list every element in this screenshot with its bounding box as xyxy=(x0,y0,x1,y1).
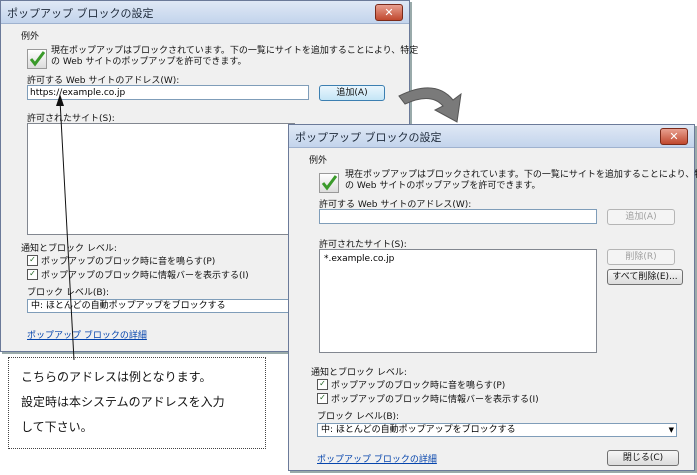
info-text-line2: の Web サイトのポップアップを許可できます。 xyxy=(345,181,541,191)
info-text-line2: の Web サイトのポップアップを許可できます。 xyxy=(51,57,247,67)
remove-button[interactable]: 削除(R) xyxy=(607,249,675,265)
note-line1: こちらのアドレスは例となります。 xyxy=(21,370,212,384)
notify-label: 通知とブロック レベル: xyxy=(311,368,407,378)
title-bar: ポップアップ ブロックの設定 ✕ xyxy=(289,125,694,148)
infobar-checkbox-label: ポップアップのブロック時に情報バーを表示する(I) xyxy=(41,271,249,281)
close-button[interactable]: 閉じる(C) xyxy=(607,450,679,466)
sound-checkbox[interactable]: ✓ xyxy=(27,255,38,266)
dialog-title: ポップアップ ブロックの設定 xyxy=(7,7,154,20)
note-line2: 設定時は本システムのアドレスを入力 xyxy=(21,395,225,409)
block-level-label: ブロック レベル(B): xyxy=(317,412,400,422)
close-icon[interactable]: ✕ xyxy=(660,128,688,145)
block-level-select[interactable]: 中: ほとんどの自動ポップアップをブロックする ▼ xyxy=(317,423,677,437)
block-level-select[interactable]: 中: ほとんどの自動ポップアップをブロックする xyxy=(27,299,295,313)
add-button[interactable]: 追加(A) xyxy=(319,85,385,101)
infobar-checkbox[interactable]: ✓ xyxy=(317,393,328,404)
popup-blocker-dialog-after: ポップアップ ブロックの設定 ✕ 例外 現在ポップアップはブロックされています。… xyxy=(288,124,697,471)
popup-allow-icon xyxy=(27,49,47,69)
dialog-title: ポップアップ ブロックの設定 xyxy=(295,131,442,144)
allowed-sites-list[interactable] xyxy=(27,123,295,235)
exceptions-label: 例外 xyxy=(309,156,328,166)
close-icon[interactable]: ✕ xyxy=(375,4,403,21)
title-bar: ポップアップ ブロックの設定 ✕ xyxy=(1,1,409,24)
sound-checkbox-label: ポップアップのブロック時に音を鳴らす(P) xyxy=(41,257,216,267)
annotation-note: こちらのアドレスは例となります。 設定時は本システムのアドレスを入力 して下さい… xyxy=(8,357,266,449)
infobar-checkbox-label: ポップアップのブロック時に情報バーを表示する(I) xyxy=(331,395,539,405)
details-link[interactable]: ポップアップ ブロックの詳細 xyxy=(27,328,147,341)
address-input[interactable]: https://example.co.jp xyxy=(27,85,309,100)
address-input[interactable] xyxy=(319,209,597,224)
details-link[interactable]: ポップアップ ブロックの詳細 xyxy=(317,452,437,465)
exceptions-label: 例外 xyxy=(21,32,40,42)
remove-all-button[interactable]: すべて削除(E)... xyxy=(607,269,683,285)
sound-checkbox-label: ポップアップのブロック時に音を鳴らす(P) xyxy=(331,381,506,391)
block-level-value: 中: ほとんどの自動ポップアップをブロックする xyxy=(31,301,226,311)
block-level-value: 中: ほとんどの自動ポップアップをブロックする xyxy=(321,425,516,435)
allowed-sites-list[interactable]: *.example.co.jp xyxy=(319,249,597,353)
sound-checkbox[interactable]: ✓ xyxy=(317,379,328,390)
note-line3: して下さい。 xyxy=(21,420,93,434)
notify-label: 通知とブロック レベル: xyxy=(21,244,117,254)
list-item[interactable]: *.example.co.jp xyxy=(324,254,394,264)
infobar-checkbox[interactable]: ✓ xyxy=(27,269,38,280)
popup-allow-icon xyxy=(319,173,339,193)
chevron-down-icon: ▼ xyxy=(668,426,674,434)
block-level-label: ブロック レベル(B): xyxy=(27,288,110,298)
add-button[interactable]: 追加(A) xyxy=(607,209,675,225)
